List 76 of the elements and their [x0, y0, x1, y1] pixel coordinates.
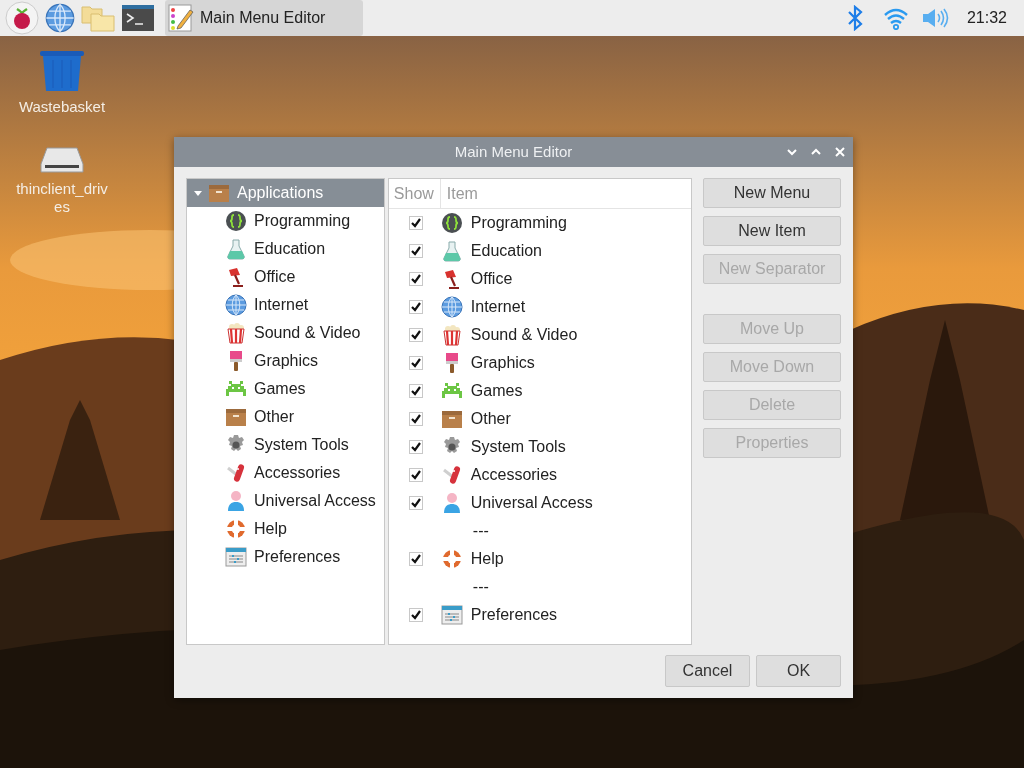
tree-item[interactable]: Programming — [187, 207, 384, 235]
checkbox[interactable] — [408, 272, 423, 286]
pocket-knife-icon — [440, 464, 463, 486]
tree-item[interactable]: System Tools — [187, 431, 384, 459]
flask-icon — [440, 240, 463, 262]
checkbox[interactable] — [408, 216, 423, 230]
item-label[interactable]: Sound & Video — [470, 323, 578, 347]
tree-item[interactable]: Graphics — [187, 347, 384, 375]
tree-item[interactable]: Games — [187, 375, 384, 403]
item-label[interactable]: Office — [470, 267, 513, 291]
popcorn-icon — [440, 324, 463, 346]
item-label[interactable]: Programming — [470, 211, 567, 235]
globe-icon[interactable] — [45, 3, 75, 33]
tree-item[interactable]: Accessories — [187, 459, 384, 487]
pocket-knife-icon — [225, 462, 247, 484]
item-label[interactable]: Universal Access — [470, 491, 593, 515]
item-label[interactable]: Accessories — [470, 463, 558, 487]
item-label[interactable]: Graphics — [470, 351, 535, 375]
action-button[interactable]: New Item — [703, 216, 841, 246]
item-label[interactable]: Help — [470, 547, 504, 571]
checkbox[interactable] — [408, 244, 423, 258]
tree-item[interactable]: Preferences — [187, 543, 384, 571]
settings-icon — [225, 546, 247, 568]
item-label[interactable]: Other — [470, 407, 511, 431]
tree-item[interactable]: Universal Access — [187, 487, 384, 515]
person-icon — [225, 490, 247, 512]
item-label[interactable]: Internet — [470, 295, 526, 319]
popcorn-icon — [225, 322, 247, 344]
tree-item[interactable]: Education — [187, 235, 384, 263]
checkbox[interactable] — [408, 412, 423, 426]
flask-icon — [225, 238, 247, 260]
checkbox[interactable] — [408, 496, 423, 510]
checkbox[interactable] — [408, 608, 423, 622]
tree-item[interactable]: Office — [187, 263, 384, 291]
braces-icon — [440, 212, 463, 234]
action-button[interactable]: New Menu — [703, 178, 841, 208]
checkbox[interactable] — [408, 328, 423, 342]
tree-item[interactable]: Help — [187, 515, 384, 543]
braces-icon — [225, 210, 247, 232]
taskbar-button[interactable]: Main Menu Editor — [165, 0, 363, 36]
globe-icon — [440, 296, 463, 318]
tree-item[interactable]: Internet — [187, 291, 384, 319]
close-icon[interactable] — [833, 145, 847, 159]
lifebuoy-icon — [440, 548, 463, 570]
separator-label[interactable]: --- — [472, 519, 489, 543]
checkbox[interactable] — [408, 440, 423, 454]
box-icon — [208, 182, 230, 204]
window-title: Main Menu Editor — [454, 141, 573, 162]
item-label[interactable]: System Tools — [470, 435, 566, 459]
checkbox[interactable] — [408, 384, 423, 398]
tree-item[interactable]: Sound & Video — [187, 319, 384, 347]
item-label[interactable]: Education — [470, 239, 542, 263]
tree-item[interactable]: Other — [187, 403, 384, 431]
lifebuoy-icon — [225, 518, 247, 540]
box-icon — [225, 406, 247, 428]
settings-icon — [440, 604, 463, 626]
checklist-pencil-icon — [168, 4, 194, 32]
collapse-triangle-icon[interactable] — [193, 188, 203, 198]
terminal-icon[interactable] — [121, 4, 155, 32]
checkbox[interactable] — [408, 468, 423, 482]
checkbox[interactable] — [408, 300, 423, 314]
dialog-button[interactable]: OK — [756, 655, 841, 687]
dialog-button[interactable]: Cancel — [665, 655, 750, 687]
checkbox[interactable] — [408, 356, 423, 370]
checkbox[interactable] — [408, 552, 423, 566]
clock: 21:32 — [966, 8, 1007, 28]
drive-icon[interactable] — [39, 146, 85, 174]
globe-icon — [225, 294, 247, 316]
item-label[interactable]: Games — [470, 379, 523, 403]
desktop-icon-label[interactable]: Wastebasket — [12, 98, 112, 116]
item-label[interactable]: Preferences — [470, 603, 558, 627]
separator-label[interactable]: --- — [472, 575, 489, 599]
raspberry-icon[interactable] — [5, 1, 39, 35]
box-icon — [440, 408, 463, 430]
bluetooth-icon[interactable] — [846, 5, 863, 31]
wifi-icon[interactable] — [882, 6, 909, 30]
